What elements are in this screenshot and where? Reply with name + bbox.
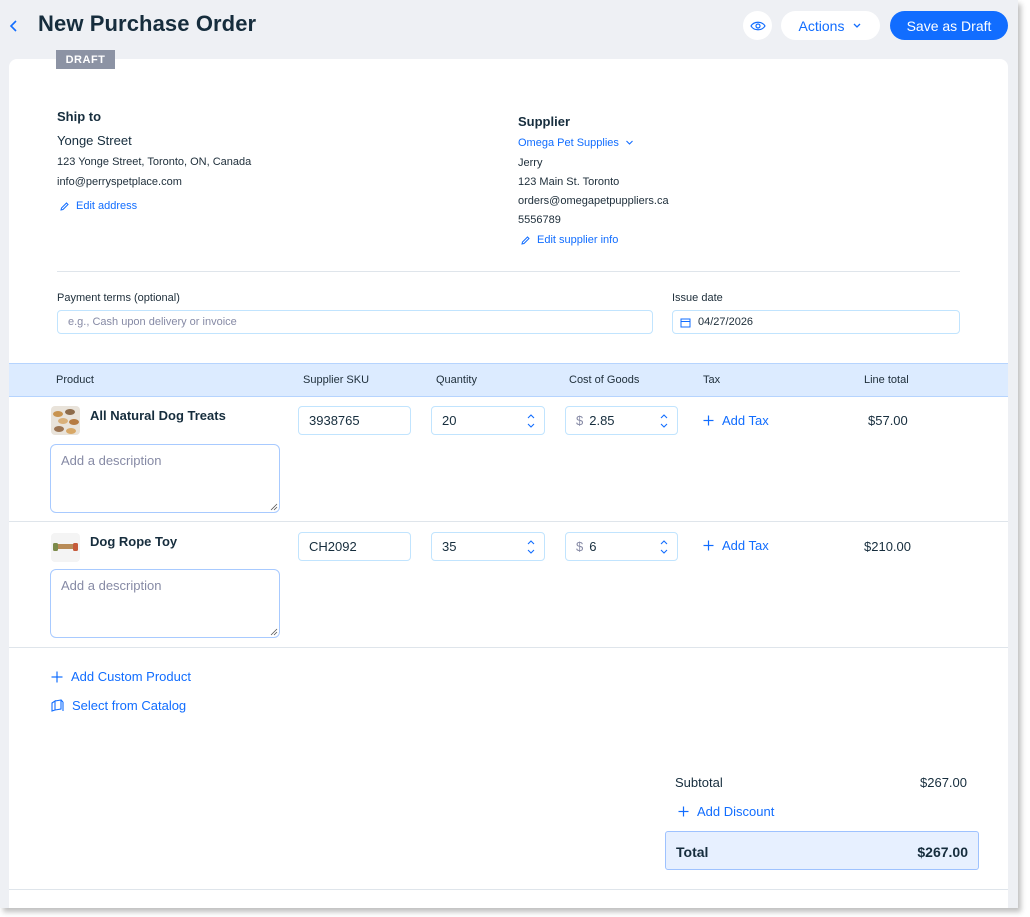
supplier-name: Omega Pet Supplies xyxy=(518,137,619,149)
section-divider xyxy=(57,271,960,272)
stepper-arrows-icon[interactable] xyxy=(659,537,669,557)
quantity-stepper[interactable]: 20 xyxy=(431,406,545,435)
edit-address-label: Edit address xyxy=(76,200,138,212)
issue-date-input[interactable]: 04/27/2026 xyxy=(672,310,960,334)
subtotal-label: Subtotal xyxy=(675,775,723,790)
ship-to-address: 123 Yonge Street, Toronto, ON, Canada xyxy=(57,156,252,168)
edit-address-link[interactable]: Edit address xyxy=(59,200,137,212)
resize-handle-icon[interactable] xyxy=(270,628,278,636)
quantity-value: 35 xyxy=(442,539,457,554)
payment-terms-label: Payment terms (optional) xyxy=(57,292,180,304)
issue-date-value: 04/27/2026 xyxy=(698,316,754,328)
sku-input[interactable]: 3938765 xyxy=(298,406,411,435)
page-title: New Purchase Order xyxy=(38,11,257,36)
stepper-arrows-icon[interactable] xyxy=(526,411,536,431)
chevron-down-icon xyxy=(853,23,861,28)
ship-to-name: Yonge Street xyxy=(57,133,132,148)
line-total: $210.00 xyxy=(864,539,911,554)
save-as-draft-button[interactable]: Save as Draft xyxy=(890,11,1008,40)
description-textarea[interactable]: Add a description xyxy=(50,569,280,638)
column-tax: Tax xyxy=(703,374,721,386)
currency-symbol: $ xyxy=(576,539,584,554)
app-window: New Purchase Order Actions Save as Draft… xyxy=(0,0,1018,908)
footer-divider xyxy=(9,889,1008,890)
eye-icon xyxy=(749,21,766,30)
products-table-header: Product Supplier SKU Quantity Cost of Go… xyxy=(9,363,1008,397)
row-divider xyxy=(9,647,1008,648)
add-custom-product-label: Add Custom Product xyxy=(71,669,191,684)
quantity-stepper[interactable]: 35 xyxy=(431,532,545,561)
cost-value: 2.85 xyxy=(589,413,615,428)
actions-button[interactable]: Actions xyxy=(781,11,880,40)
catalog-icon xyxy=(51,699,64,712)
line-total: $57.00 xyxy=(868,413,908,428)
back-button[interactable] xyxy=(8,16,22,36)
supplier-email: orders@omegapetpuppliers.ca xyxy=(518,195,669,207)
column-product: Product xyxy=(56,374,94,386)
pencil-icon xyxy=(60,201,69,211)
total-value: $267.00 xyxy=(917,844,968,860)
select-from-catalog-label: Select from Catalog xyxy=(72,698,187,713)
actions-label: Actions xyxy=(798,17,845,34)
cost-value: 6 xyxy=(589,539,597,554)
total-label: Total xyxy=(676,844,709,860)
row-divider xyxy=(9,521,1008,522)
description-textarea[interactable]: Add a description xyxy=(50,444,280,513)
pencil-icon xyxy=(521,235,530,245)
add-tax-button[interactable]: Add Tax xyxy=(703,413,769,428)
plus-icon xyxy=(51,671,63,682)
product-name: Dog Rope Toy xyxy=(90,534,178,549)
payment-terms-input[interactable]: e.g., Cash upon delivery or invoice xyxy=(57,310,653,334)
plus-icon xyxy=(703,415,714,426)
issue-date-label: Issue date xyxy=(672,292,723,304)
column-line-total: Line total xyxy=(864,374,909,386)
edit-supplier-label: Edit supplier info xyxy=(537,234,619,246)
page-header: New Purchase Order Actions Save as Draft xyxy=(0,0,1018,52)
chevron-left-icon xyxy=(9,20,17,32)
add-tax-button[interactable]: Add Tax xyxy=(703,538,769,553)
add-tax-label: Add Tax xyxy=(722,413,769,428)
add-tax-label: Add Tax xyxy=(722,538,769,553)
status-badge: DRAFT xyxy=(56,50,115,69)
subtotal-value: $267.00 xyxy=(920,775,967,790)
resize-handle-icon[interactable] xyxy=(270,503,278,511)
edit-supplier-link[interactable]: Edit supplier info xyxy=(520,234,618,246)
stepper-arrows-icon[interactable] xyxy=(526,537,536,557)
stepper-arrows-icon[interactable] xyxy=(659,411,669,431)
supplier-heading: Supplier xyxy=(518,114,571,129)
plus-icon xyxy=(703,540,714,551)
total-summary: Total $267.00 xyxy=(665,831,979,870)
cost-stepper[interactable]: $ 2.85 xyxy=(565,406,678,435)
ship-to-email: info@perryspetplace.com xyxy=(57,176,182,188)
sku-input[interactable]: CH2092 xyxy=(298,532,411,561)
ship-to-heading: Ship to xyxy=(57,109,102,124)
add-custom-product-button[interactable]: Add Custom Product xyxy=(51,669,191,684)
cost-stepper[interactable]: $ 6 xyxy=(565,532,678,561)
product-thumbnail xyxy=(51,406,80,435)
select-from-catalog-button[interactable]: Select from Catalog xyxy=(51,698,186,713)
column-quantity: Quantity xyxy=(436,374,477,386)
add-discount-button[interactable]: Add Discount xyxy=(678,804,774,819)
supplier-address: 123 Main St. Toronto xyxy=(518,176,620,188)
column-cost-of-goods: Cost of Goods xyxy=(569,374,640,386)
quantity-value: 20 xyxy=(442,413,457,428)
supplier-phone: 5556789 xyxy=(518,214,561,226)
chevron-down-icon xyxy=(626,140,633,145)
supplier-dropdown[interactable]: Omega Pet Supplies xyxy=(518,137,634,149)
dog-treats-image xyxy=(51,406,80,435)
product-name: All Natural Dog Treats xyxy=(90,408,226,423)
calendar-icon xyxy=(680,318,691,327)
column-supplier-sku: Supplier SKU xyxy=(303,374,370,386)
preview-button[interactable] xyxy=(743,11,772,40)
rope-toy-image xyxy=(51,533,80,562)
supplier-contact: Jerry xyxy=(518,157,543,169)
add-discount-label: Add Discount xyxy=(697,804,775,819)
currency-symbol: $ xyxy=(576,413,584,428)
plus-icon xyxy=(678,806,689,817)
product-thumbnail xyxy=(51,533,80,562)
